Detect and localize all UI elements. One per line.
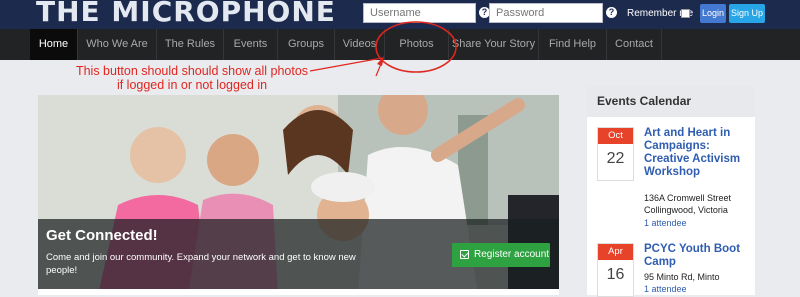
event-month-2: Apr <box>598 244 633 260</box>
event-title-2[interactable]: PCYC Youth Boot Camp <box>644 243 750 269</box>
event-date-2: Apr 16 <box>597 243 634 297</box>
event-attendees-1[interactable]: 1 attendee <box>644 218 687 228</box>
event-title-1[interactable]: Art and Heart in Campaigns: Creative Act… <box>644 127 750 179</box>
person-5-hat <box>311 172 375 202</box>
person-2 <box>207 134 259 186</box>
hero-bottom-strip <box>38 289 559 295</box>
checkbox-icon <box>460 250 469 259</box>
hero-caption-bar: Get Connected! Come and join our communi… <box>38 219 559 295</box>
event-day-2: 16 <box>606 266 625 283</box>
event-month-1: Oct <box>598 128 633 144</box>
annotation-text-line1: This button should should show all photo… <box>75 64 309 78</box>
event-date-1: Oct 22 <box>597 127 634 181</box>
person-1 <box>130 127 186 183</box>
event-location-2: 95 Minto Rd, Minto <box>644 272 720 282</box>
hero-banner: Get Connected! Come and join our communi… <box>38 95 559 295</box>
events-heading: Events Calendar <box>587 86 755 117</box>
register-account-label: Register account <box>474 249 550 260</box>
hero-description: Come and join our community. Expand your… <box>46 252 356 276</box>
events-calendar: Events Calendar Oct 22 Art and Heart in … <box>587 86 755 297</box>
event-attendees-2[interactable]: 1 attendee <box>644 284 687 294</box>
register-account-button[interactable]: Register account <box>452 243 550 267</box>
hero-title: Get Connected! <box>46 227 158 244</box>
annotation-ellipse <box>375 21 457 73</box>
annotation-text-line2: if logged in or not logged in <box>116 78 268 92</box>
event-location-1: 136A Cromwell Street Collingwood, Victor… <box>644 193 732 215</box>
event-day-1: 22 <box>606 150 625 167</box>
